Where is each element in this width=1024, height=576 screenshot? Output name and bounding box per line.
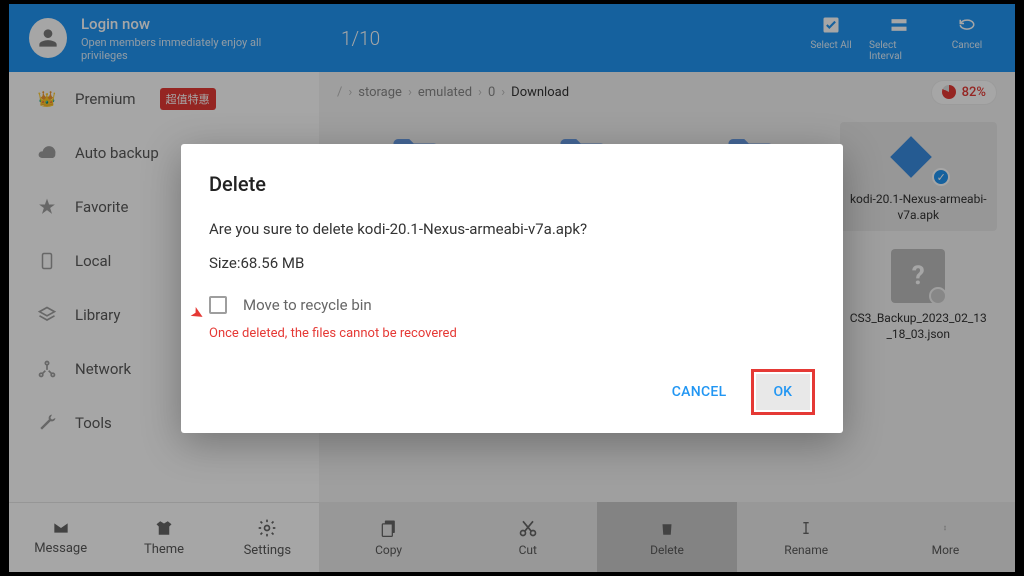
checkbox-label: Move to recycle bin	[243, 296, 372, 314]
dialog-cancel-button[interactable]: CANCEL	[656, 374, 743, 410]
dialog-message: Are you sure to delete kodi-20.1-Nexus-a…	[209, 220, 815, 238]
delete-dialog: Delete Are you sure to delete kodi-20.1-…	[181, 144, 843, 433]
dialog-ok-button[interactable]: OK	[756, 374, 811, 410]
warning-text: Once deleted, the files cannot be recove…	[209, 326, 815, 341]
recycle-checkbox[interactable]	[209, 296, 227, 314]
modal-overlay: Delete Are you sure to delete kodi-20.1-…	[0, 0, 1024, 576]
dialog-title: Delete	[209, 172, 815, 196]
dialog-size: Size:68.56 MB	[209, 254, 815, 272]
ok-highlight: OK	[751, 369, 816, 415]
annotation-arrow: ➤	[187, 301, 208, 324]
